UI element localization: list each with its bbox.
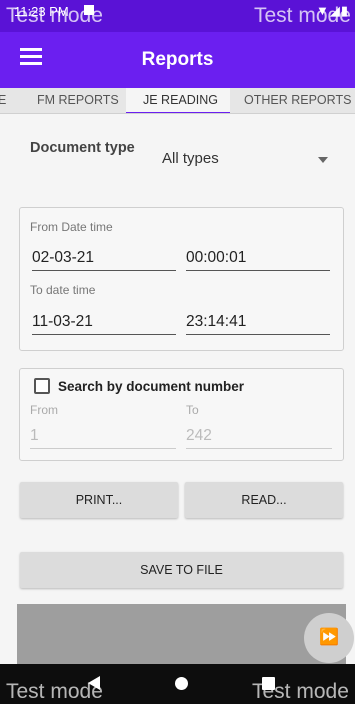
banner-area: [17, 604, 346, 664]
doc-from-label: From: [30, 403, 58, 417]
to-time-field[interactable]: 23:14:41: [186, 313, 330, 335]
tab-bar: E FM REPORTS JE READING OTHER REPORTS: [0, 88, 355, 114]
fast-forward-icon[interactable]: ⏩: [304, 613, 354, 663]
doc-from-field[interactable]: 1: [30, 427, 176, 449]
tab-je-reading[interactable]: JE READING: [143, 93, 218, 107]
doc-to-field[interactable]: 242: [186, 427, 332, 449]
watermark-bottom-left: Test mode: [6, 680, 103, 703]
to-date-field[interactable]: 11-03-21: [32, 313, 176, 335]
search-by-number-label: Search by document number: [58, 379, 245, 394]
read-button[interactable]: READ...: [185, 482, 343, 518]
to-datetime-label: To date time: [30, 283, 96, 297]
page-title: Reports: [141, 49, 214, 70]
tab-indicator: [126, 112, 230, 113]
save-to-file-button[interactable]: SAVE TO FILE: [20, 552, 343, 588]
watermark-top-left: Test mode: [6, 4, 103, 27]
from-date-field[interactable]: 02-03-21: [32, 249, 176, 271]
document-type-value: All types: [162, 150, 219, 167]
tab-partial[interactable]: E: [0, 93, 6, 107]
print-button[interactable]: PRINT...: [20, 482, 178, 518]
watermark-top-right: Test mode: [254, 4, 351, 27]
from-time-field[interactable]: 00:00:01: [186, 249, 330, 271]
app-bar: Reports: [0, 32, 355, 88]
tab-fm-reports[interactable]: FM REPORTS: [37, 93, 119, 107]
dropdown-caret-icon: [318, 157, 328, 163]
home-icon[interactable]: [175, 677, 188, 690]
search-by-number-checkbox[interactable]: [34, 378, 50, 394]
tab-other-reports[interactable]: OTHER REPORTS: [244, 93, 351, 107]
watermark-bottom-right: Test mode: [252, 680, 349, 703]
document-type-label: Document type: [30, 140, 135, 156]
from-datetime-label: From Date time: [30, 220, 113, 234]
document-type-select[interactable]: All types: [148, 148, 336, 172]
doc-to-label: To: [186, 403, 199, 417]
